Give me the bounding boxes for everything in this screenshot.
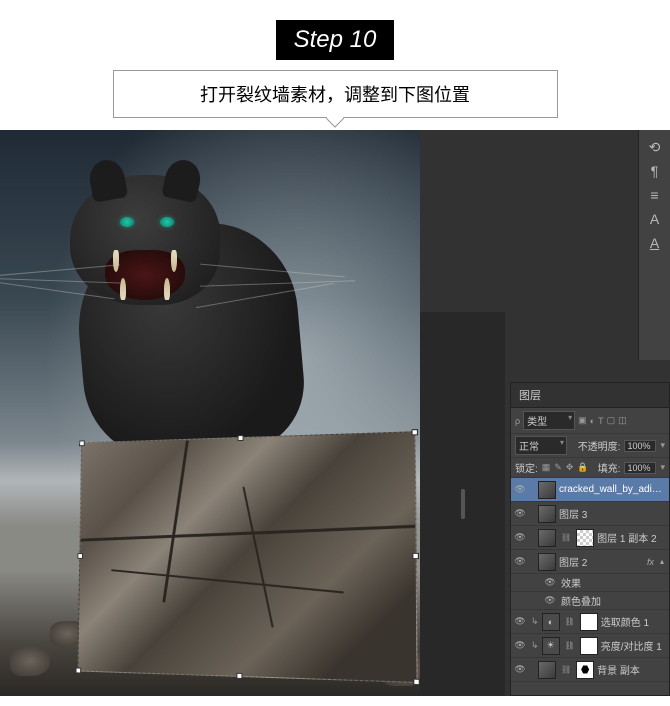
layer-mask-thumbnail[interactable] bbox=[580, 637, 598, 655]
layers-lock-bar: 锁定: ▦ ✎ ✥ 🔒 填充: 100% ▾ bbox=[511, 458, 669, 478]
collapse-effects-icon[interactable]: ▴ bbox=[657, 557, 667, 566]
photoshop-workspace: ⟲ ¶ ≡ A A 图层 ρ 类型 ▣ ◐ T ▢ ◫ 正常 不透明度: 100… bbox=[0, 130, 670, 696]
layer-name[interactable]: 背景 副本 bbox=[597, 662, 667, 677]
fx-badge[interactable]: fx bbox=[644, 557, 657, 567]
clip-icon: ↳ bbox=[531, 616, 539, 627]
layer-row[interactable]: 👁 ↳ ◐ ⛓ 选取颜色 1 bbox=[511, 610, 669, 634]
transform-handle[interactable] bbox=[412, 553, 419, 559]
visibility-toggle-icon[interactable]: 👁 bbox=[543, 595, 557, 606]
filter-kind-dropdown[interactable]: 类型 bbox=[523, 411, 575, 430]
image-filter-icon[interactable]: ▣ bbox=[578, 415, 587, 426]
lock-pixels-icon[interactable]: ▦ bbox=[542, 462, 551, 473]
layers-panel: 图层 ρ 类型 ▣ ◐ T ▢ ◫ 正常 不透明度: 100% ▾ 锁定: ▦ … bbox=[510, 382, 670, 696]
right-dock-toolbar: ⟲ ¶ ≡ A A bbox=[638, 130, 670, 360]
layer-thumbnail[interactable] bbox=[538, 481, 556, 499]
effect-name: 颜色叠加 bbox=[557, 593, 601, 608]
cracked-wall-layer[interactable] bbox=[77, 431, 417, 683]
link-mask-icon[interactable]: ⛓ bbox=[563, 641, 577, 650]
link-mask-icon[interactable]: ⛓ bbox=[559, 665, 573, 674]
visibility-toggle-icon[interactable]: 👁 bbox=[513, 484, 527, 495]
layer-name[interactable]: 图层 2 bbox=[559, 554, 644, 569]
transform-handle[interactable] bbox=[238, 435, 244, 441]
adjustment-filter-icon[interactable]: ◐ bbox=[590, 416, 595, 426]
layer-row[interactable]: 👁 图层 2 fx ▴ bbox=[511, 550, 669, 574]
layers-list[interactable]: 👁 cracked_wall_by_adigital... 👁 图层 3 👁 ⛓… bbox=[511, 478, 669, 706]
layer-name[interactable]: cracked_wall_by_adigital... bbox=[559, 484, 667, 495]
link-mask-icon[interactable]: ⛓ bbox=[559, 533, 573, 542]
layer-row[interactable]: 👁 图层 3 bbox=[511, 502, 669, 526]
layer-row[interactable]: 👁 ⛓ 图层 1 副本 2 bbox=[511, 526, 669, 550]
layers-panel-title[interactable]: 图层 bbox=[511, 383, 669, 408]
lock-move-icon[interactable]: ✥ bbox=[566, 462, 574, 473]
chevron-down-icon[interactable]: ▾ bbox=[660, 440, 665, 451]
visibility-toggle-icon[interactable]: 👁 bbox=[513, 556, 527, 567]
fill-input[interactable]: 100% bbox=[624, 462, 656, 474]
layer-mask-thumbnail[interactable] bbox=[580, 613, 598, 631]
history-icon[interactable]: ⟲ bbox=[643, 136, 667, 158]
layer-thumbnail[interactable] bbox=[538, 661, 556, 679]
visibility-toggle-icon[interactable]: 👁 bbox=[513, 616, 527, 627]
shape-filter-icon[interactable]: ▢ bbox=[607, 415, 616, 426]
layers-filter-bar: ρ 类型 ▣ ◐ T ▢ ◫ bbox=[511, 408, 669, 434]
instruction-text: 打开裂纹墙素材，调整到下图位置 bbox=[200, 85, 470, 105]
fill-label: 填充: bbox=[598, 460, 621, 475]
visibility-toggle-icon[interactable]: 👁 bbox=[513, 640, 527, 651]
layer-mask-thumbnail[interactable] bbox=[576, 661, 594, 679]
instruction-box: 打开裂纹墙素材，调整到下图位置 bbox=[113, 70, 558, 118]
layer-effect-item[interactable]: 👁 颜色叠加 bbox=[511, 592, 669, 610]
transform-handle[interactable] bbox=[79, 440, 84, 446]
layer-row[interactable]: 👁 ⛓ 背景 副本 bbox=[511, 658, 669, 682]
layer-name[interactable]: 图层 1 副本 2 bbox=[597, 530, 667, 545]
transform-handle[interactable] bbox=[77, 553, 83, 559]
layer-row[interactable]: 👁 cracked_wall_by_adigital... bbox=[511, 478, 669, 502]
blend-mode-dropdown[interactable]: 正常 bbox=[515, 436, 567, 455]
align-icon[interactable]: ≡ bbox=[643, 184, 667, 206]
lock-label: 锁定: bbox=[515, 460, 538, 475]
visibility-toggle-icon[interactable]: 👁 bbox=[513, 664, 527, 675]
visibility-toggle-icon[interactable]: 👁 bbox=[513, 532, 527, 543]
opacity-input[interactable]: 100% bbox=[624, 440, 656, 452]
tutorial-header: Step 10 打开裂纹墙素材，调整到下图位置 bbox=[0, 0, 670, 118]
transform-handle[interactable] bbox=[76, 667, 82, 673]
lock-all-icon[interactable]: 🔒 bbox=[577, 462, 588, 473]
panel-divider[interactable] bbox=[420, 312, 505, 696]
link-mask-icon[interactable]: ⛓ bbox=[563, 617, 577, 626]
character-icon[interactable]: A bbox=[643, 208, 667, 230]
layer-thumbnail[interactable] bbox=[538, 505, 556, 523]
type-filter-icon[interactable]: T bbox=[598, 416, 604, 426]
character-style-icon[interactable]: A bbox=[643, 232, 667, 254]
panther-statue bbox=[30, 155, 320, 460]
adjustment-thumbnail[interactable]: ☀ bbox=[542, 637, 560, 655]
adjustment-thumbnail[interactable]: ◐ bbox=[542, 613, 560, 631]
paragraph-icon[interactable]: ¶ bbox=[643, 160, 667, 182]
step-badge: Step 10 bbox=[276, 20, 395, 60]
layer-row[interactable]: 👁 ↳ ☀ ⛓ 亮度/对比度 1 bbox=[511, 634, 669, 658]
transform-handle[interactable] bbox=[236, 673, 242, 679]
transform-handle[interactable] bbox=[413, 679, 420, 686]
opacity-label: 不透明度: bbox=[578, 438, 621, 453]
layer-name[interactable]: 亮度/对比度 1 bbox=[601, 638, 667, 653]
layers-blend-bar: 正常 不透明度: 100% ▾ bbox=[511, 434, 669, 458]
layer-mask-thumbnail[interactable] bbox=[576, 529, 594, 547]
document-canvas[interactable] bbox=[0, 130, 420, 696]
transform-handle[interactable] bbox=[411, 429, 418, 435]
smart-filter-icon[interactable]: ◫ bbox=[618, 415, 627, 426]
lock-brush-icon[interactable]: ✎ bbox=[554, 462, 562, 473]
chevron-down-icon[interactable]: ▾ bbox=[660, 462, 665, 473]
clip-icon: ↳ bbox=[531, 640, 539, 651]
layer-thumbnail[interactable] bbox=[538, 529, 556, 547]
effects-label: 效果 bbox=[557, 575, 581, 590]
filter-type-icon[interactable]: ρ bbox=[515, 416, 520, 426]
layer-effects-header[interactable]: 👁 效果 bbox=[511, 574, 669, 592]
layer-thumbnail[interactable] bbox=[538, 553, 556, 571]
layer-name[interactable]: 选取颜色 1 bbox=[601, 614, 667, 629]
layer-name[interactable]: 图层 3 bbox=[559, 506, 667, 521]
visibility-toggle-icon[interactable]: 👁 bbox=[513, 508, 527, 519]
visibility-toggle-icon[interactable]: 👁 bbox=[543, 577, 557, 588]
